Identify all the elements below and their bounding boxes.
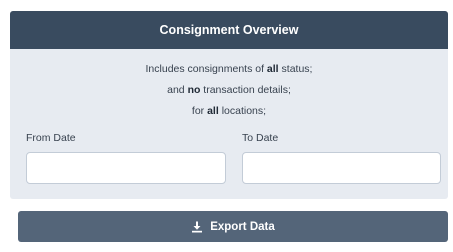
from-date-label: From Date bbox=[26, 132, 76, 144]
export-data-button[interactable]: Export Data bbox=[18, 211, 448, 242]
panel-title: Consignment Overview bbox=[159, 23, 299, 37]
from-date-input[interactable] bbox=[26, 152, 226, 184]
to-date-input[interactable] bbox=[242, 152, 441, 184]
consignment-overview-panel: Consignment Overview Includes consignmen… bbox=[10, 11, 448, 199]
panel-header: Consignment Overview bbox=[10, 11, 448, 49]
to-date-label: To Date bbox=[242, 132, 279, 144]
description-line-status: Includes consignments of all status; bbox=[145, 63, 313, 75]
description-line-transactions: and no transaction details; bbox=[167, 84, 291, 96]
description-line-locations: for all locations; bbox=[191, 105, 267, 117]
download-icon bbox=[191, 221, 203, 233]
export-data-label: Export Data bbox=[210, 220, 275, 233]
